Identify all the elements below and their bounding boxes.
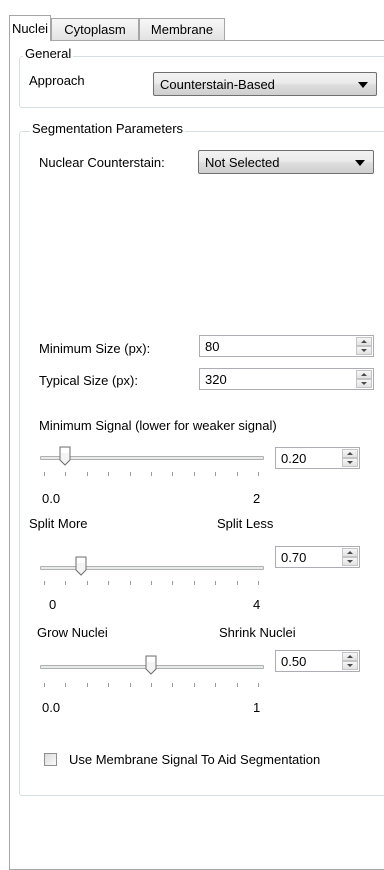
spin-up-button[interactable] [342, 548, 358, 557]
typical-size-input[interactable]: 320 [199, 368, 374, 390]
slider-tick [44, 683, 45, 687]
slider-tick [65, 581, 67, 585]
slider-tick [258, 581, 259, 585]
slider-tick [86, 683, 88, 687]
slider-tick [151, 683, 152, 687]
chevron-down-icon [358, 82, 368, 88]
slider-tick [193, 683, 195, 687]
split-min-label: 0 [49, 597, 57, 612]
general-legend: General [23, 46, 74, 61]
min-signal-label: Minimum Signal (lower for weaker signal) [39, 418, 277, 433]
slider-tick [236, 683, 238, 687]
spin-down-button[interactable] [342, 661, 358, 670]
split-slider-thumb[interactable] [75, 556, 87, 576]
slider-tick [65, 472, 67, 476]
slider-tick [129, 581, 131, 585]
split-less-label: Split Less [217, 516, 274, 531]
chevron-down-icon [355, 160, 365, 166]
spin-down-button[interactable] [342, 557, 358, 566]
min-signal-min-label: 0.0 [42, 491, 61, 506]
tab-membrane[interactable]: Membrane [139, 18, 225, 40]
slider-tick [215, 472, 217, 476]
slider-tick [215, 581, 217, 585]
slider-tick [236, 472, 238, 476]
min-signal-value: 0.20 [281, 451, 307, 466]
membrane-signal-checkbox[interactable] [44, 753, 57, 766]
membrane-signal-label[interactable]: Use Membrane Signal To Aid Segmentation [69, 752, 320, 767]
spin-down-button[interactable] [342, 458, 358, 467]
approach-label: Approach [29, 73, 85, 88]
tab-label: Nuclei [11, 21, 49, 36]
min-size-label: Minimum Size (px): [39, 341, 151, 356]
min-signal-max-label: 2 [253, 491, 261, 506]
split-more-label: Split More [29, 516, 88, 531]
slider-tick [258, 472, 259, 476]
slider-tick [236, 581, 238, 585]
approach-dropdown[interactable]: Counterstain-Based [153, 72, 377, 96]
slider-tick [65, 683, 67, 687]
split-max-label: 4 [253, 597, 261, 612]
slider-tick [258, 683, 259, 687]
tab-label: Cytoplasm [64, 22, 126, 37]
slider-tick [86, 581, 88, 585]
grow-slider-thumb[interactable] [145, 655, 157, 675]
grow-max-label: 1 [253, 700, 261, 715]
min-size-input[interactable]: 80 [199, 335, 374, 357]
spin-up-button[interactable] [342, 449, 358, 458]
slider-tick [44, 472, 45, 476]
split-value: 0.70 [281, 550, 307, 565]
min-signal-slider-thumb[interactable] [59, 446, 71, 466]
segmentation-legend: Segmentation Parameters [30, 121, 186, 136]
slider-tick [44, 581, 45, 585]
slider-tick [108, 581, 110, 585]
slider-tick [193, 472, 195, 476]
tab-nuclei[interactable]: Nuclei [9, 15, 51, 41]
tab-label: Membrane [150, 22, 214, 37]
min-signal-input[interactable]: 0.20 [275, 447, 360, 469]
slider-tick [215, 683, 217, 687]
grow-value: 0.50 [281, 654, 307, 669]
spin-up-button[interactable] [356, 370, 372, 379]
slider-tick [129, 472, 131, 476]
counterstain-dropdown[interactable]: Not Selected [198, 150, 374, 174]
split-slider-track[interactable] [40, 566, 264, 570]
slider-tick [172, 683, 174, 687]
split-input[interactable]: 0.70 [275, 546, 360, 568]
spin-down-button[interactable] [356, 346, 372, 355]
spin-up-button[interactable] [356, 337, 372, 346]
spin-up-button[interactable] [342, 652, 358, 661]
approach-value: Counterstain-Based [160, 77, 275, 92]
grow-min-label: 0.0 [42, 700, 61, 715]
slider-tick [151, 472, 152, 476]
typical-size-label: Typical Size (px): [39, 373, 138, 388]
min-signal-slider-track[interactable] [40, 456, 264, 460]
slider-tick [129, 683, 131, 687]
slider-tick [108, 683, 110, 687]
slider-tick [172, 581, 174, 585]
tab-cytoplasm[interactable]: Cytoplasm [51, 18, 139, 40]
slider-tick [193, 581, 195, 585]
grow-nuclei-label: Grow Nuclei [37, 625, 108, 640]
slider-tick [151, 581, 152, 585]
spin-down-button[interactable] [356, 379, 372, 388]
slider-tick [108, 472, 110, 476]
grow-input[interactable]: 0.50 [275, 650, 360, 672]
counterstain-value: Not Selected [205, 155, 280, 170]
slider-tick [172, 472, 174, 476]
shrink-nuclei-label: Shrink Nuclei [219, 625, 296, 640]
slider-tick [86, 472, 88, 476]
counterstain-label: Nuclear Counterstain: [39, 155, 165, 170]
typical-size-value: 320 [205, 372, 227, 387]
min-size-value: 80 [205, 339, 220, 354]
